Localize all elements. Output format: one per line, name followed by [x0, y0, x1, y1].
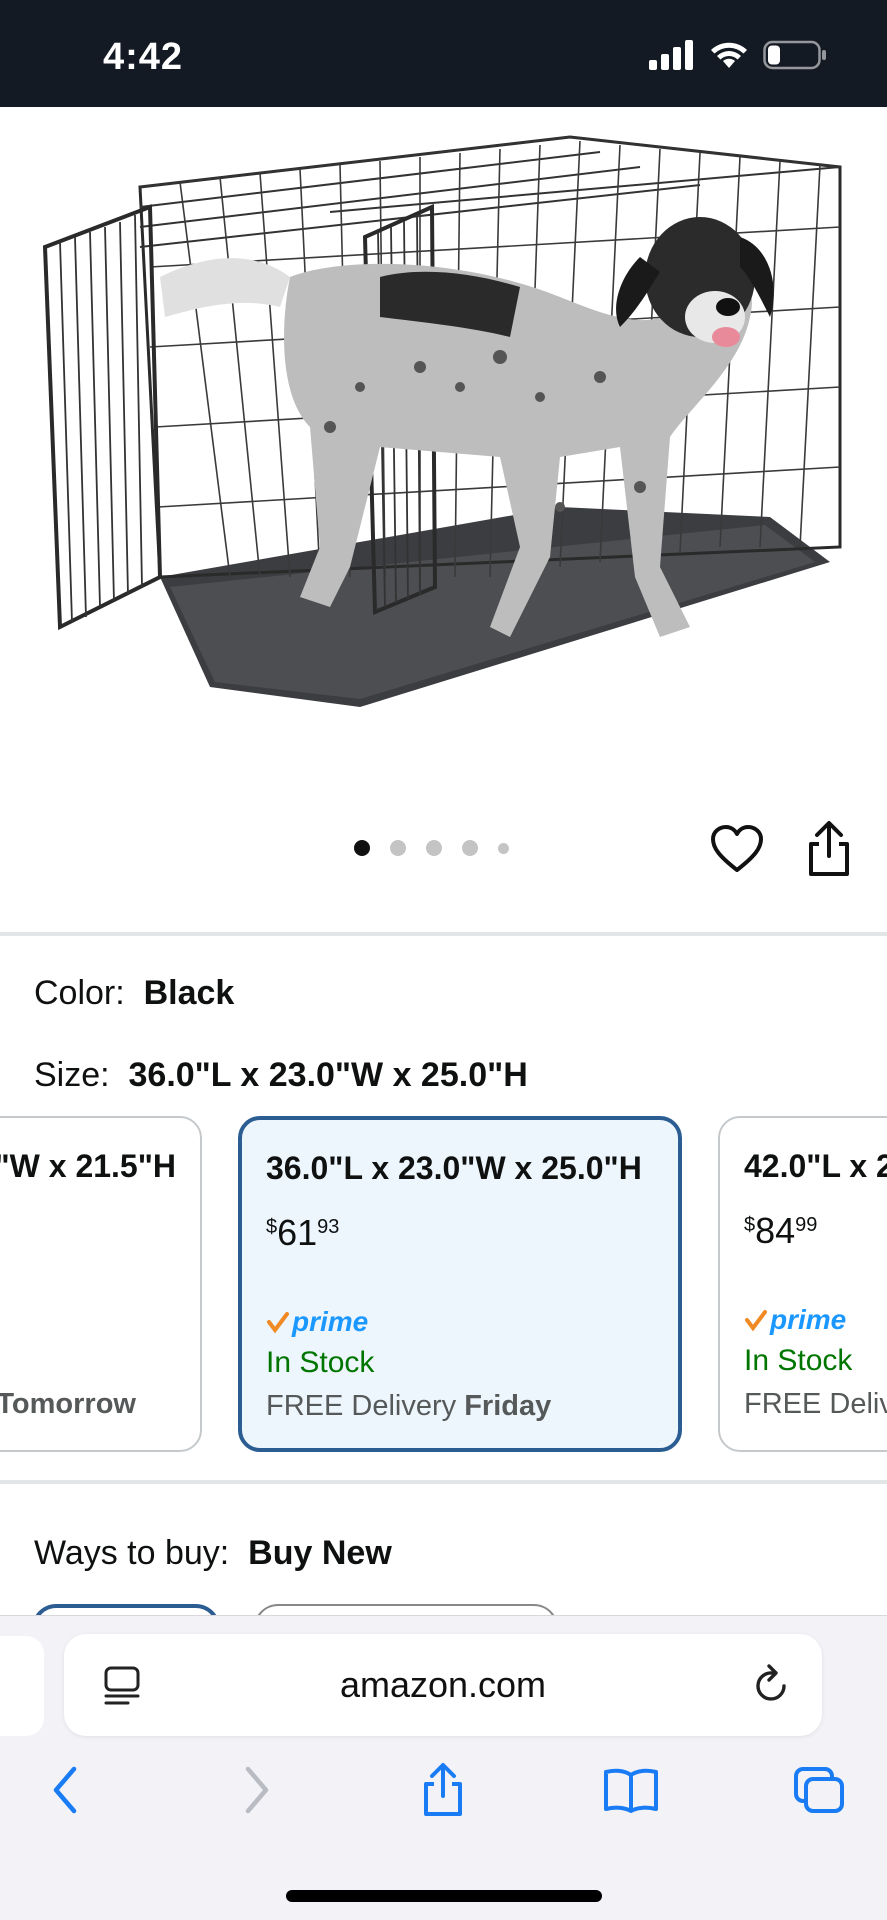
- tabs-button[interactable]: [784, 1760, 854, 1820]
- prime-badge: prime: [744, 1304, 846, 1336]
- prime-check-icon: [745, 1310, 767, 1332]
- size-option-title: 36.0"L x 23.0"W x 25.0"H: [266, 1150, 642, 1186]
- stock-status: In Stock: [266, 1346, 375, 1379]
- size-row: Size: 36.0"L x 23.0"W x 25.0"H: [34, 1056, 528, 1095]
- cellular-signal-icon: [649, 40, 693, 70]
- color-label: Color:: [34, 974, 125, 1012]
- product-image[interactable]: [0, 107, 887, 797]
- forward-button[interactable]: [222, 1760, 292, 1820]
- status-time: 4:42: [103, 36, 184, 78]
- url-text: amazon.com: [339, 1664, 547, 1705]
- size-option-card[interactable]: 42.0"L x 2 $8499 prime In Stock FREE Del…: [718, 1116, 887, 1452]
- share-icon: [424, 1763, 462, 1816]
- prime-check-icon: [267, 1312, 289, 1334]
- share-product-button[interactable]: [804, 820, 854, 878]
- heart-icon: [711, 825, 763, 872]
- size-value: 36.0"L x 23.0"W x 25.0"H: [128, 1056, 528, 1094]
- tabs-icon: [794, 1767, 844, 1813]
- color-row: Color: Black: [34, 974, 234, 1013]
- prime-badge: prime: [266, 1306, 368, 1338]
- reload-icon[interactable]: [752, 1662, 792, 1706]
- address-bar[interactable]: amazon.com: [64, 1634, 822, 1736]
- share-button[interactable]: [408, 1760, 478, 1820]
- size-label: Size:: [34, 1056, 110, 1094]
- back-button[interactable]: [30, 1760, 100, 1820]
- chevron-right-icon: [245, 1766, 269, 1814]
- home-indicator: [286, 1890, 602, 1902]
- size-option-price: $8499: [744, 1210, 818, 1251]
- image-carousel-dots[interactable]: [354, 840, 509, 856]
- color-value: Black: [143, 974, 235, 1012]
- size-option-card[interactable]: "W x 21.5"H Tomorrow: [0, 1116, 202, 1452]
- stock-status: In Stock: [744, 1344, 853, 1377]
- section-divider: [0, 932, 887, 936]
- delivery-info: FREE Delivery Friday: [266, 1390, 552, 1422]
- book-icon: [604, 1768, 658, 1813]
- carousel-dot[interactable]: [354, 840, 370, 856]
- share-icon: [809, 821, 849, 876]
- add-to-wishlist-button[interactable]: [709, 822, 765, 878]
- chevron-left-icon: [53, 1766, 77, 1814]
- ways-to-buy-row: Ways to buy: Buy New: [34, 1534, 392, 1573]
- battery-icon: [763, 40, 826, 70]
- section-divider: [0, 1480, 887, 1484]
- size-option-card-selected[interactable]: 36.0"L x 23.0"W x 25.0"H $6193 prime In …: [238, 1116, 682, 1452]
- status-icons: [649, 40, 827, 70]
- carousel-dot[interactable]: [498, 842, 509, 854]
- carousel-dot[interactable]: [426, 840, 442, 856]
- delivery-info: FREE Deliv: [744, 1388, 887, 1420]
- dog-crate-image: [42, 135, 842, 707]
- status-bar: 4:42: [0, 0, 887, 107]
- size-option-title: "W x 21.5"H: [0, 1148, 176, 1184]
- ways-to-buy-label: Ways to buy:: [34, 1534, 230, 1572]
- size-option-delivery: Tomorrow: [0, 1388, 136, 1420]
- ways-to-buy-value: Buy New: [248, 1534, 392, 1572]
- size-option-price: $6193: [266, 1212, 340, 1253]
- carousel-dot[interactable]: [390, 840, 406, 856]
- previous-tab-peek[interactable]: [0, 1636, 44, 1736]
- size-option-title: 42.0"L x 2: [744, 1148, 887, 1184]
- carousel-dot[interactable]: [462, 840, 478, 856]
- wifi-icon: [711, 42, 747, 68]
- bookmarks-button[interactable]: [596, 1760, 666, 1820]
